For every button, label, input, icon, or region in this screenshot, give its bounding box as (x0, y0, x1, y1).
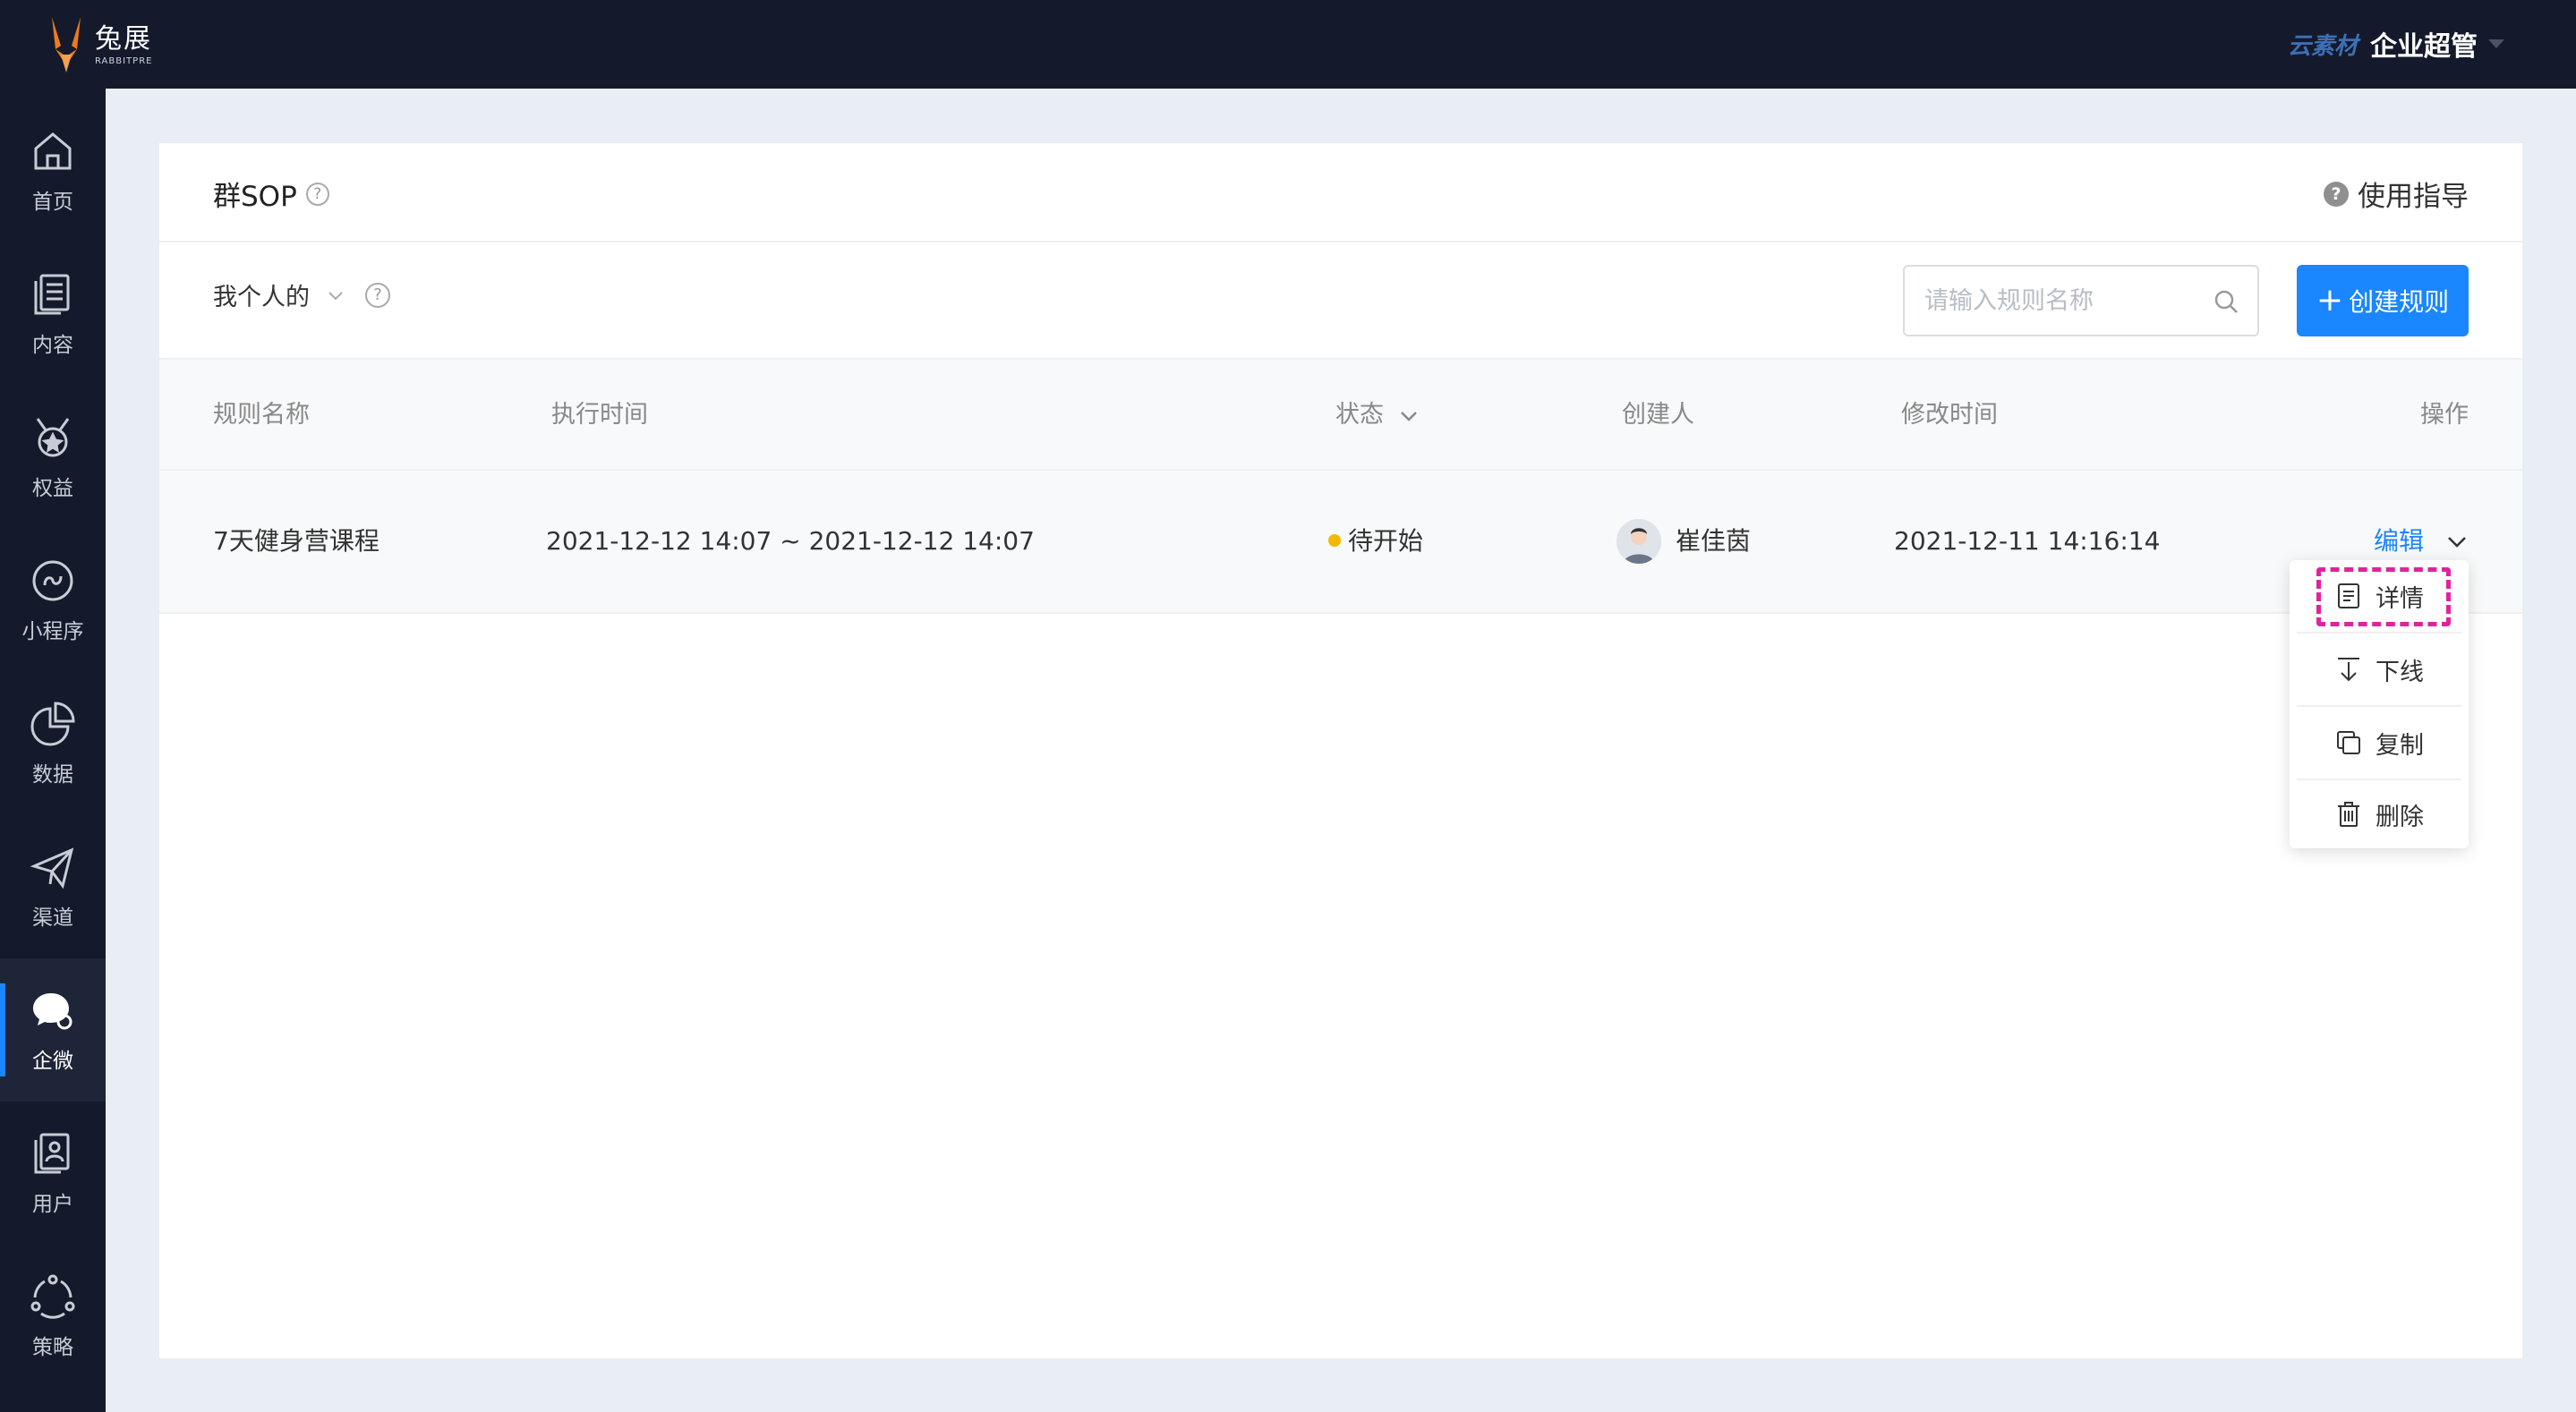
menu-item-offline[interactable]: 下线 (2290, 634, 2469, 705)
column-header-creator: 创建人 (1622, 401, 1694, 429)
menu-item-delete[interactable]: 删除 (2290, 778, 2469, 850)
logo-subtext: RABBITPRE (95, 55, 153, 66)
pie-chart-icon (30, 702, 75, 746)
plus-icon: + (2316, 282, 2344, 319)
usage-guide-link[interactable]: ? 使用指导 (2324, 174, 2469, 214)
rule-name: 7天健身营课程 (213, 526, 380, 556)
chevron-down-icon (1400, 411, 1417, 421)
chevron-down-icon[interactable] (2445, 530, 2469, 553)
scope-filter-label: 我个人的 (213, 284, 310, 311)
column-header-actions: 操作 (2420, 401, 2469, 429)
account-menu[interactable]: 云素材 企业超管 (2288, 23, 2504, 64)
sidebar-item-label: 渠道 (32, 906, 73, 930)
column-header-exec-time: 执行时间 (551, 401, 648, 429)
sidebar-item-wecom[interactable]: 企微 (0, 958, 106, 1102)
logo-text: 兔展 (95, 22, 152, 55)
creator-name: 崔佳茵 (1676, 526, 1752, 556)
status-label: 待开始 (1348, 526, 1424, 556)
create-rule-label: 创建规则 (2349, 287, 2450, 317)
sidebar-item-channel[interactable]: 渠道 (0, 815, 106, 958)
menu-item-label: 删除 (2376, 803, 2424, 831)
status-badge: 待开始 (1328, 471, 1423, 612)
copy-icon (2337, 731, 2360, 754)
help-icon[interactable]: ? (365, 282, 390, 308)
paper-plane-icon (30, 847, 74, 889)
sidebar-item-label: 用户 (32, 1193, 73, 1216)
wecom-chat-icon (33, 993, 73, 1030)
menu-item-details[interactable]: 详情 (2290, 560, 2469, 632)
account-name[interactable]: 企业超管 (2370, 24, 2478, 64)
sidebar-item-strategy[interactable]: 策略 (0, 1245, 106, 1388)
search-icon[interactable] (2213, 288, 2239, 315)
page-title-text: 群SOP (213, 181, 297, 213)
question-icon: ? (2324, 181, 2349, 207)
main-card: 群SOP ? ? 使用指导 我个人的 ? + 创建规则 规则名称 执行时间 状态… (159, 143, 2522, 1358)
top-bar: 兔展 RABBITPRE 云素材 企业超管 (0, 0, 2576, 89)
row-actions-menu: 详情 下线 复制 删除 (2290, 560, 2469, 848)
caret-down-icon[interactable] (2488, 39, 2504, 48)
search-input[interactable] (1924, 267, 2211, 335)
sidebar-item-label: 策略 (32, 1336, 73, 1359)
sidebar-item-label: 企微 (32, 1050, 73, 1073)
column-header-status-label: 状态 (1335, 401, 1384, 429)
strategy-icon (30, 1274, 75, 1319)
sidebar-item-users[interactable]: 用户 (0, 1102, 106, 1245)
content-icon (34, 274, 70, 315)
sidebar-item-data[interactable]: 数据 (0, 672, 106, 815)
status-dot (1328, 534, 1341, 547)
menu-item-label: 复制 (2376, 731, 2424, 760)
sidebar-item-label: 小程序 (21, 620, 84, 643)
create-rule-button[interactable]: + 创建规则 (2297, 265, 2469, 336)
menu-item-label: 下线 (2376, 658, 2424, 686)
exec-time: 2021-12-12 14:07 ~ 2021-12-12 14:07 (546, 526, 1035, 556)
card-header: 群SOP ? ? 使用指导 (159, 143, 2522, 242)
sidebar-item-label: 内容 (32, 334, 73, 357)
medal-icon (36, 418, 70, 457)
brand-badge: 云素材 (2287, 32, 2358, 60)
sidebar-item-home[interactable]: 首页 (0, 99, 106, 242)
table-header: 规则名称 执行时间 状态 创建人 修改时间 操作 (159, 358, 2522, 471)
avatar (1616, 519, 1661, 564)
sidebar-item-label: 首页 (32, 191, 73, 214)
menu-item-copy[interactable]: 复制 (2290, 707, 2469, 778)
rabbit-logo-icon (43, 13, 90, 76)
modified-time: 2021-12-11 14:16:14 (1894, 526, 2161, 556)
column-header-modified: 修改时间 (1901, 401, 1998, 429)
document-icon (2338, 583, 2359, 608)
sidebar-item-label: 数据 (32, 763, 73, 787)
user-card-icon (34, 1133, 70, 1174)
sidebar-item-miniprogram[interactable]: 小程序 (0, 529, 106, 672)
miniprogram-icon (32, 560, 73, 601)
menu-item-label: 详情 (2376, 584, 2424, 613)
scope-filter-dropdown[interactable]: 我个人的 ? (213, 277, 390, 312)
sidebar-item-label: 权益 (32, 477, 73, 500)
help-icon[interactable]: ? (305, 182, 329, 206)
column-header-name: 规则名称 (213, 401, 310, 429)
usage-guide-label: 使用指导 (2358, 181, 2469, 213)
arrow-down-to-line-icon (2338, 658, 2359, 682)
sidebar-item-content[interactable]: 内容 (0, 242, 106, 386)
chevron-down-icon (328, 291, 343, 300)
sidebar: 首页 内容 权益 小程序 数据 渠道 企微 用户 策略 (0, 89, 106, 1412)
column-header-status[interactable]: 状态 (1335, 360, 1419, 471)
trash-icon (2338, 802, 2359, 827)
table-row: 7天健身营课程 2021-12-12 14:07 ~ 2021-12-12 14… (159, 471, 2522, 614)
app-logo[interactable]: 兔展 RABBITPRE (43, 13, 152, 77)
search-box (1903, 265, 2259, 336)
home-icon (34, 132, 72, 170)
page-title: 群SOP ? (213, 174, 329, 214)
sidebar-item-benefits[interactable]: 权益 (0, 386, 106, 529)
